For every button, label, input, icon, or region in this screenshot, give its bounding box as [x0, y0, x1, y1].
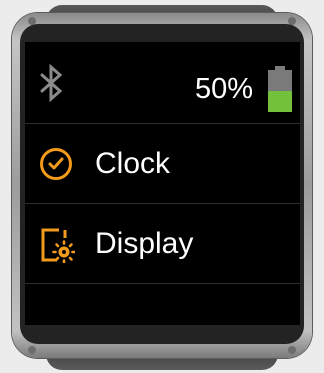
menu-item-display[interactable]: Display — [25, 204, 300, 284]
menu-item-label: Clock — [95, 147, 171, 180]
menu-item-label: Display — [95, 227, 194, 260]
battery-icon — [268, 66, 292, 112]
status-bar: 50% — [25, 42, 300, 124]
battery-percentage: 50% — [194, 73, 253, 105]
clock-icon — [40, 148, 72, 180]
watch-screen: 50% Clock Display — [25, 42, 300, 325]
bezel-screw — [28, 346, 36, 354]
menu-item-clock[interactable]: Clock — [25, 124, 300, 204]
bezel-screw — [288, 346, 296, 354]
display-settings-icon — [41, 228, 75, 263]
bluetooth-icon[interactable] — [39, 64, 65, 102]
